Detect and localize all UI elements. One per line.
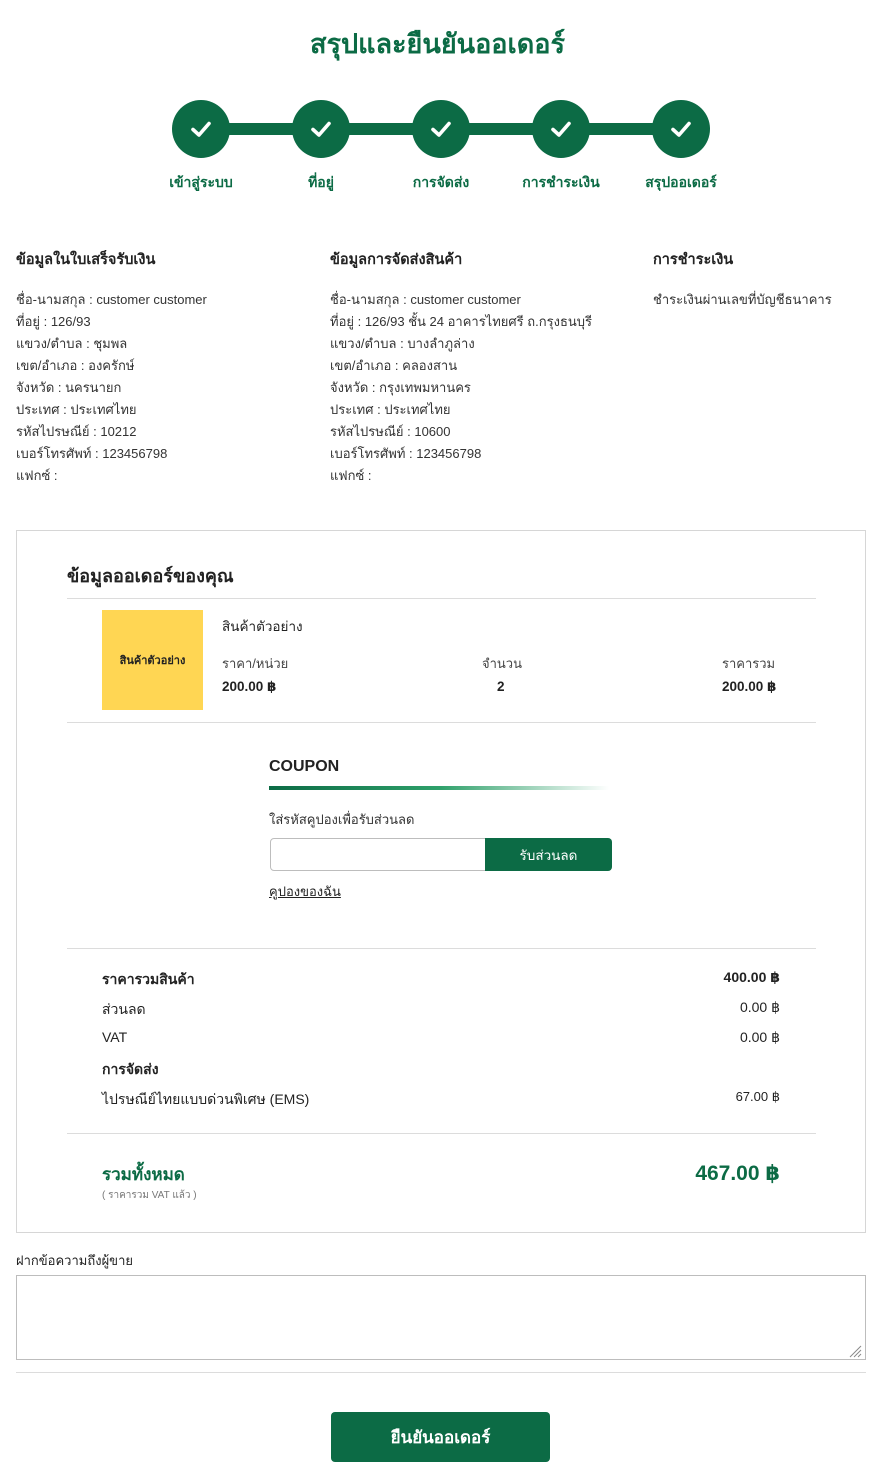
check-icon bbox=[431, 121, 451, 137]
shipping-info: ข้อมูลการจัดส่งสินค้า ชื่อ-นามสกุล : cus… bbox=[330, 248, 592, 487]
billing-line: ที่อยู่ : 126/93 bbox=[16, 314, 91, 329]
coupon-underline bbox=[269, 786, 609, 790]
billing-line: แฟกซ์ : bbox=[16, 468, 58, 483]
grand-total-label: รวมทั้งหมด bbox=[102, 1165, 185, 1185]
step-3: การจัดส่ง bbox=[381, 100, 501, 200]
order-summary-card: ข้อมูลออเดอร์ของคุณ สินค้าตัวอย่าง สินค้… bbox=[16, 530, 866, 1233]
coupon-code-input[interactable] bbox=[270, 838, 487, 871]
step-circle bbox=[532, 100, 590, 158]
vat-label: VAT bbox=[102, 1029, 128, 1045]
shipping-summary-heading: การจัดส่ง bbox=[102, 1061, 159, 1077]
step-label: เข้าสู่ระบบ bbox=[169, 175, 233, 191]
product-name[interactable]: สินค้าตัวอย่าง bbox=[222, 615, 303, 637]
billing-line: เบอร์โทรศัพท์ : 123456798 bbox=[16, 446, 168, 461]
check-icon bbox=[311, 121, 331, 137]
check-icon bbox=[551, 121, 571, 137]
step-label: ที่อยู่ bbox=[308, 175, 334, 191]
unit-price-value: 200.00 ฿ bbox=[222, 679, 277, 694]
billing-line: รหัสไปรษณีย์ : 10212 bbox=[16, 424, 137, 439]
shipping-cost: 67.00 ฿ bbox=[735, 1089, 780, 1104]
step-1: เข้าสู่ระบบ bbox=[141, 100, 261, 200]
step-circle bbox=[292, 100, 350, 158]
payment-line: ชำระเงินผ่านเลขที่บัญชีธนาคาร bbox=[653, 292, 832, 307]
product-thumbnail[interactable]: สินค้าตัวอย่าง bbox=[102, 610, 203, 710]
message-label: ฝากข้อความถึงผู้ขาย bbox=[16, 1253, 133, 1268]
shipping-line: รหัสไปรษณีย์ : 10600 bbox=[330, 424, 451, 439]
coupon-hint: ใส่รหัสคูปองเพื่อรับส่วนลด bbox=[269, 812, 415, 827]
divider bbox=[67, 1133, 816, 1134]
apply-coupon-button[interactable]: รับส่วนลด bbox=[485, 838, 612, 871]
shipping-line: ที่อยู่ : 126/93 ชั้น 24 อาคารไทยศรี ถ.ก… bbox=[330, 314, 592, 329]
payment-info: การชำระเงิน ชำระเงินผ่านเลขที่บัญชีธนาคา… bbox=[653, 248, 832, 311]
quantity-value: 2 bbox=[497, 679, 505, 694]
check-icon bbox=[671, 121, 691, 137]
billing-line: จังหวัด : นครนายก bbox=[16, 380, 122, 395]
billing-line: ประเทศ : ประเทศไทย bbox=[16, 402, 137, 417]
step-5: สรุปออเดอร์ bbox=[621, 100, 741, 200]
unit-price-label: ราคา/หน่วย bbox=[222, 656, 289, 671]
line-total-value: 200.00 ฿ bbox=[722, 679, 777, 694]
discount-value: 0.00 ฿ bbox=[739, 999, 780, 1015]
confirm-order-button[interactable]: ยืนยันออเดอร์ bbox=[331, 1412, 550, 1462]
subtotal-value: 400.00 ฿ bbox=[723, 969, 780, 985]
my-coupons-link[interactable]: คูปองของฉัน bbox=[269, 881, 341, 902]
step-label: การชำระเงิน bbox=[522, 175, 600, 191]
quantity-label: จำนวน bbox=[482, 656, 522, 671]
line-total-label: ราคารวม bbox=[722, 656, 776, 671]
subtotal-label: ราคารวมสินค้า bbox=[102, 971, 195, 987]
grand-total-value: 467.00 ฿ bbox=[695, 1162, 780, 1185]
shipping-method: ไปรษณีย์ไทยแบบด่วนพิเศษ (EMS) bbox=[102, 1091, 310, 1107]
divider bbox=[16, 1372, 866, 1373]
billing-info: ข้อมูลในใบเสร็จรับเงิน ชื่อ-นามสกุล : cu… bbox=[16, 248, 207, 487]
step-circle bbox=[172, 100, 230, 158]
step-label: สรุปออเดอร์ bbox=[645, 175, 717, 191]
step-label: การจัดส่ง bbox=[412, 175, 470, 191]
shipping-line: แขวง/ตำบล : บางลำภูล่าง bbox=[330, 336, 475, 351]
check-icon bbox=[191, 121, 211, 137]
step-circle bbox=[412, 100, 470, 158]
step-2: ที่อยู่ bbox=[261, 100, 381, 200]
step-circle bbox=[652, 100, 710, 158]
order-card-title: ข้อมูลออเดอร์ของคุณ bbox=[67, 566, 234, 587]
shipping-line: แฟกซ์ : bbox=[330, 468, 372, 483]
shipping-line: ประเทศ : ประเทศไทย bbox=[330, 402, 451, 417]
shipping-heading: ข้อมูลการจัดส่งสินค้า bbox=[330, 252, 463, 268]
billing-line: แขวง/ตำบล : ชุมพล bbox=[16, 336, 128, 351]
billing-line: ชื่อ-นามสกุล : customer customer bbox=[16, 292, 207, 307]
shipping-line: เขต/อำเภอ : คลองสาน bbox=[330, 358, 458, 373]
discount-label: ส่วนลด bbox=[102, 1001, 146, 1017]
coupon-title: COUPON bbox=[269, 758, 340, 775]
message-to-seller-textarea[interactable] bbox=[16, 1275, 866, 1360]
divider bbox=[67, 948, 816, 949]
shipping-line: จังหวัด : กรุงเทพมหานคร bbox=[330, 380, 471, 395]
shipping-line: เบอร์โทรศัพท์ : 123456798 bbox=[330, 446, 482, 461]
step-4: การชำระเงิน bbox=[501, 100, 621, 200]
page-title: สรุปและยืนยันออเดอร์ bbox=[309, 29, 566, 60]
shipping-line: ชื่อ-นามสกุล : customer customer bbox=[330, 292, 521, 307]
vat-value: 0.00 ฿ bbox=[739, 1029, 780, 1045]
payment-heading: การชำระเงิน bbox=[653, 252, 734, 268]
grand-total-note: ( ราคารวม VAT แล้ว ) bbox=[102, 1190, 197, 1201]
billing-line: เขต/อำเภอ : องครักษ์ bbox=[16, 358, 135, 373]
divider bbox=[67, 722, 816, 723]
divider bbox=[67, 598, 816, 599]
resize-grip-icon[interactable] bbox=[848, 1344, 862, 1358]
billing-heading: ข้อมูลในใบเสร็จรับเงิน bbox=[16, 252, 156, 268]
